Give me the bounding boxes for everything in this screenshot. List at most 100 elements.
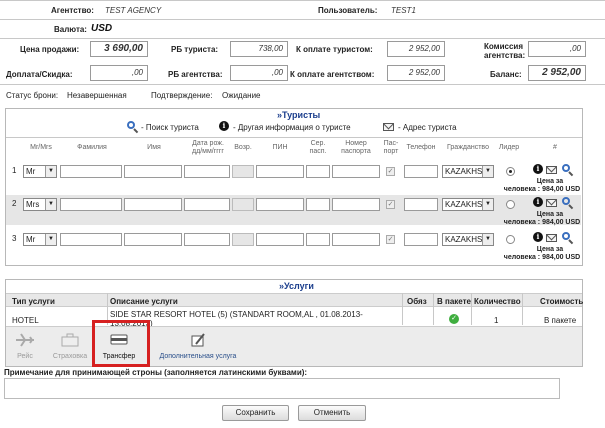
pin-input[interactable] [256,233,304,246]
rb-tourist-field: 738,00 [230,41,288,57]
booking-status-label: Статус брони: [6,91,59,100]
booking-status-value: Незавершенная [67,91,127,100]
name-input[interactable] [124,233,182,246]
legend-search: - Поиск туриста [141,123,199,132]
user-value: TEST1 [391,6,416,15]
citizenship-select[interactable]: KAZAKHS ▼ [442,233,494,246]
leader-radio[interactable] [506,200,515,209]
envelope-icon [383,123,394,131]
add-insurance-button[interactable]: Страховка [50,330,90,364]
service-description-1: SIDE STAR RESORT HOTEL (5) (STANDART ROO… [110,310,363,319]
passport-checkbox[interactable]: ✓ [386,200,395,209]
age-input [232,165,254,178]
confirm-status-value: Ожидание [222,91,261,100]
agency-label: Агентство: [51,6,94,15]
phone-input[interactable] [404,165,438,178]
col-passport-number-2: паспорта [341,148,371,155]
col-passport-number-1: Номер [345,140,367,147]
title-select[interactable]: Mr ▼ [23,165,57,178]
dob-input[interactable] [184,165,230,178]
col-dob-2: дд/мм/гггг [192,148,224,155]
flight-label: Рейс [17,353,33,360]
col-leader: Лидер [498,144,520,151]
phone-input[interactable] [404,233,438,246]
user-label: Пользователь: [318,6,378,15]
title-select-value: Mrs [26,200,40,209]
passport-number-input[interactable] [332,165,380,178]
search-icon[interactable] [562,197,570,205]
info-icon[interactable]: i [533,232,543,242]
cancel-button[interactable]: Отменить [298,405,366,421]
surname-input[interactable] [60,165,122,178]
passport-checkbox[interactable]: ✓ [386,235,395,244]
transfer-highlight [92,320,150,367]
passport-series-input[interactable] [306,233,330,246]
search-icon[interactable] [562,232,570,240]
citizenship-select[interactable]: KAZAKHS ▼ [442,198,494,211]
chevron-down-icon: ▼ [45,234,56,245]
dob-input[interactable] [184,198,230,211]
surname-input[interactable] [60,198,122,211]
info-icon[interactable]: i [533,197,543,207]
passport-number-input[interactable] [332,198,380,211]
surname-input[interactable] [60,233,122,246]
col-phone: Телефон [406,144,436,151]
in-package-check-icon: ✓ [449,314,459,324]
note-input[interactable] [4,378,560,399]
agency-value: TEST AGENCY [105,6,162,15]
balance-field: 2 952,00 [528,65,586,81]
price-per-person-2: человека : 984,00 USD [503,254,581,261]
envelope-icon[interactable] [546,234,557,242]
balance-label: Баланс: [490,70,522,79]
col-age: Возр. [234,144,252,151]
pay-agency-field: 2 952,00 [387,65,445,81]
passport-checkbox[interactable]: ✓ [386,167,395,176]
add-extra-service-button[interactable]: Дополнительная услуга [152,330,244,364]
rb-agency-field: ,00 [230,65,288,81]
col-service-cost: Стоимость [540,297,584,306]
pin-input[interactable] [256,198,304,211]
col-dob-1: Дата рож. [192,140,224,147]
save-button[interactable]: Сохранить [222,405,289,421]
col-surname: Фамилия [77,144,107,151]
search-icon[interactable] [562,164,570,172]
title-select-value: Mr [26,235,36,244]
name-input[interactable] [124,198,182,211]
col-passport-1: Пас- [383,140,399,147]
citizenship-select[interactable]: KAZAKHS ▼ [442,165,494,178]
title-select-value: Mr [26,167,36,176]
add-flight-button[interactable]: Рейс [12,330,38,364]
pin-input[interactable] [256,165,304,178]
leader-radio[interactable] [506,235,515,244]
price-per-person-1: Цена за [536,211,564,218]
row-number: 2 [12,199,17,208]
age-input [232,198,254,211]
info-icon[interactable]: i [533,164,543,174]
price-per-person-2: человека : 984,00 USD [503,219,581,226]
passport-series-input[interactable] [306,165,330,178]
chevron-down-icon: ▼ [45,166,56,177]
extra-service-label: Дополнительная услуга [159,353,237,360]
chevron-down-icon: ▼ [482,199,493,210]
col-citizenship: Гражданство [447,144,489,151]
title-select[interactable]: Mr ▼ [23,233,57,246]
citizenship-select-value: KAZAKHS [445,167,483,176]
surcharge-field: ,00 [90,65,148,81]
envelope-icon[interactable] [546,166,557,174]
leader-radio[interactable] [506,167,515,176]
legend-info: - Другая информация о туристе [233,123,351,132]
phone-input[interactable] [404,198,438,211]
passport-number-input[interactable] [332,233,380,246]
envelope-icon[interactable] [546,199,557,207]
pay-tourist-label: К оплате туристом: [296,45,373,54]
name-input[interactable] [124,165,182,178]
chevron-down-icon: ▼ [482,166,493,177]
col-passport-series-2: пасп. [309,148,327,155]
price-per-person-1: Цена за [536,246,564,253]
passport-series-input[interactable] [306,198,330,211]
agency-commission-label-1: Комиссия [484,42,523,51]
insurance-icon [61,333,79,347]
col-passport-series-1: Сер. [310,140,326,147]
dob-input[interactable] [184,233,230,246]
title-select[interactable]: Mrs ▼ [23,198,57,211]
